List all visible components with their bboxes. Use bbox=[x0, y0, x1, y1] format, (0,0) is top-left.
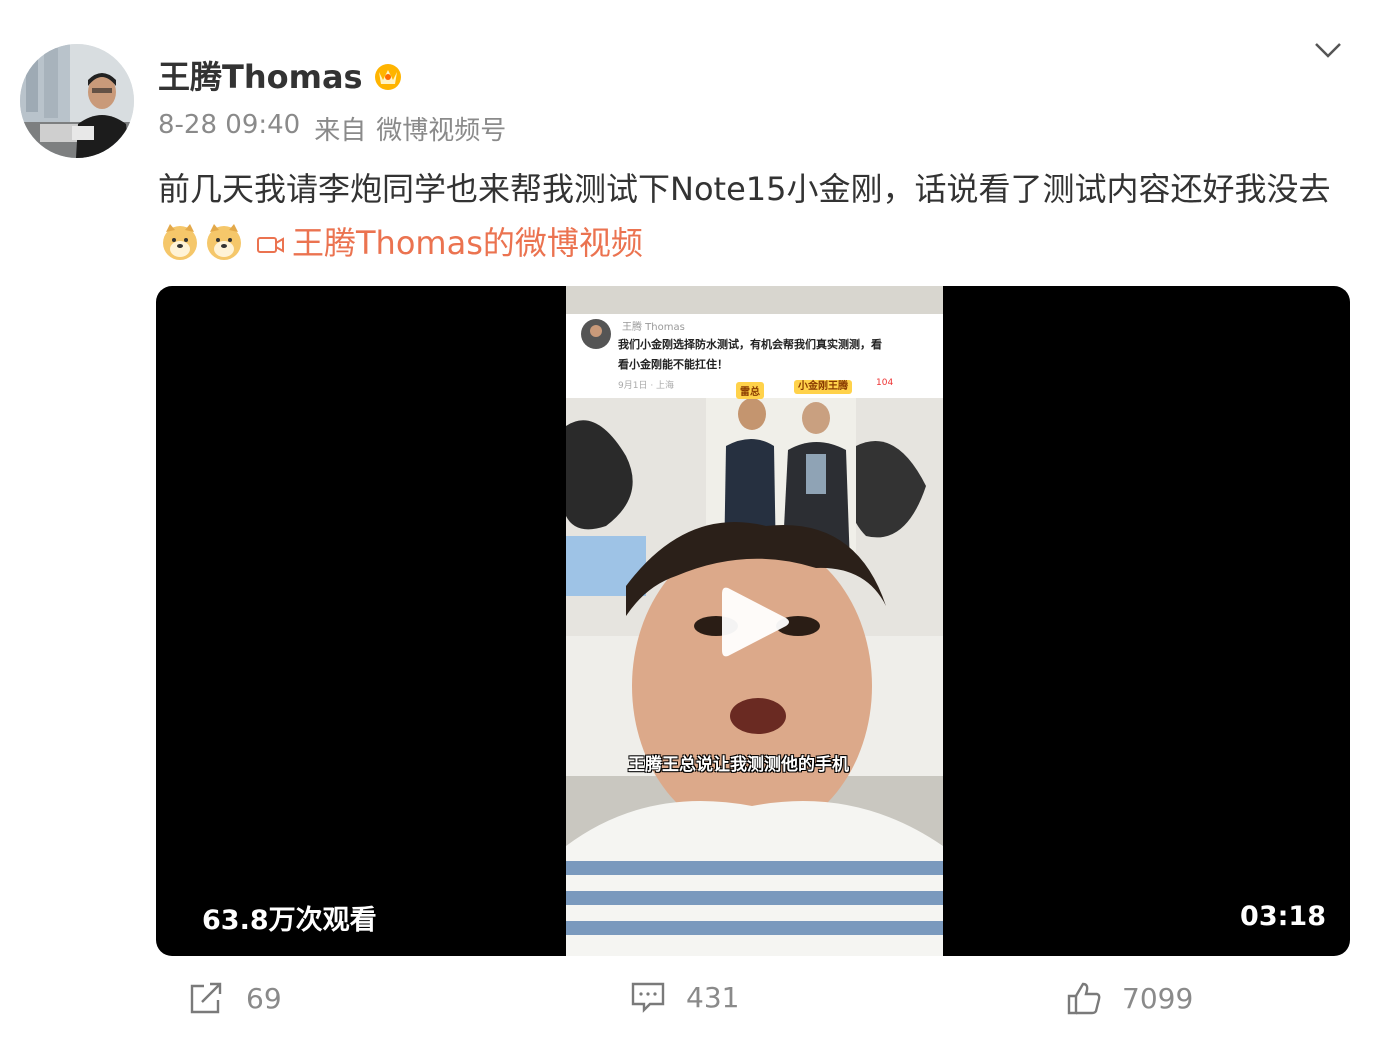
doge-emoji-icon bbox=[163, 224, 197, 260]
play-icon[interactable] bbox=[716, 582, 792, 662]
weibo-post: 王腾Thomas 8-28 09:40 来自 微博视频号 前几天我请李炮同学也来… bbox=[0, 0, 1388, 1042]
author-name-text[interactable]: 王腾Thomas bbox=[158, 52, 363, 98]
video-player[interactable]: 王腾 Thomas 我们小金刚选择防水测试，有机会帮我们真实测测，看 看小金刚能… bbox=[156, 286, 1350, 956]
action-bar: 69 431 7099 bbox=[0, 970, 1388, 1034]
post-body: 前几天我请李炮同学也来帮我测试下Note15小金刚，话说看了测试内容还好我没去 bbox=[158, 170, 1331, 208]
thumbs-up-icon bbox=[1067, 982, 1101, 1015]
inner-tag-1: 雷总 bbox=[736, 382, 764, 399]
post-text: 前几天我请李炮同学也来帮我测试下Note15小金刚，话说看了测试内容还好我没去 … bbox=[158, 162, 1348, 270]
comment-count: 431 bbox=[686, 980, 740, 1014]
source-prefix: 来自 bbox=[314, 116, 367, 146]
like-count: 7099 bbox=[1122, 981, 1194, 1015]
comment-button[interactable]: 431 bbox=[630, 980, 739, 1014]
doge-emoji-icon bbox=[207, 224, 241, 260]
inner-meta: 9月1日 · 上海 bbox=[618, 381, 675, 391]
like-button[interactable]: 7099 bbox=[1066, 980, 1193, 1016]
post-time[interactable]: 8-28 09:40 bbox=[158, 110, 300, 147]
share-icon bbox=[190, 982, 222, 1014]
chevron-down-icon[interactable] bbox=[1310, 36, 1346, 64]
inner-author: 王腾 Thomas bbox=[622, 322, 685, 333]
repost-button[interactable]: 69 bbox=[188, 980, 282, 1016]
inner-text-line2: 看小金刚能不能扛住！ bbox=[618, 358, 728, 371]
video-camera-icon bbox=[257, 237, 284, 253]
repost-count: 69 bbox=[246, 981, 282, 1015]
avatar[interactable] bbox=[20, 44, 134, 158]
comment-icon bbox=[631, 982, 665, 1013]
video-link[interactable]: 王腾Thomas的微博视频 bbox=[292, 224, 643, 262]
view-count: 63.8万次观看 bbox=[202, 905, 377, 936]
avatar-image bbox=[20, 44, 134, 158]
inner-text-line1: 我们小金刚选择防水测试，有机会帮我们真实测测，看 bbox=[618, 338, 882, 351]
inner-avatar bbox=[581, 319, 611, 349]
crown-badge-icon bbox=[374, 64, 401, 90]
inner-likes: 104 bbox=[876, 378, 894, 388]
post-source[interactable]: 微博视频号 bbox=[376, 110, 506, 147]
video-duration: 03:18 bbox=[1240, 901, 1326, 932]
author-name[interactable]: 王腾Thomas bbox=[158, 52, 405, 98]
post-meta: 8-28 09:40 来自 微博视频号 bbox=[158, 110, 506, 147]
inner-tag-2: 小金刚王腾 bbox=[794, 380, 852, 394]
video-subtitle: 王腾王总说让我测测他的手机 bbox=[628, 755, 849, 775]
